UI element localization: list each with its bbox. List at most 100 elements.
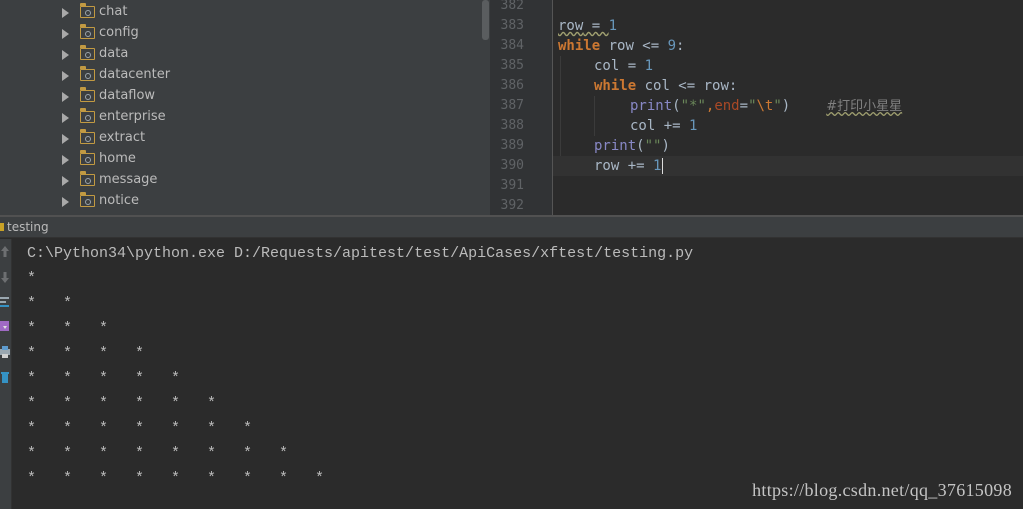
print-icon[interactable] [0,345,10,359]
package-folder-icon [80,150,95,165]
package-folder-icon [80,87,95,102]
code-line-390[interactable]: row += 1 [594,156,664,176]
down-arrow-icon[interactable] [0,270,10,284]
console-output-line: * * * * * * * * [27,445,289,462]
code-string: " [773,98,782,114]
tree-item-label: config [99,25,139,40]
tree-item-datacenter[interactable]: datacenter [0,65,470,86]
package-folder-icon [80,108,95,123]
line-number-gutter: 382 383 384 385 386 387 388 389 390 391 … [490,0,553,215]
code-keyword: while [594,78,637,94]
code-number: 1 [653,158,662,174]
code-text: = [739,98,749,114]
line-number: 392 [500,198,524,213]
tree-item-label: chat [99,4,128,19]
code-text: row <= [600,38,668,54]
line-number: 385 [500,58,524,73]
line-number: 389 [500,138,524,153]
scroll-to-end-icon[interactable] [0,320,10,334]
package-folder-icon [80,45,95,60]
package-folder-icon [80,3,95,18]
soft-wrap-icon[interactable] [0,295,10,309]
tree-item-config[interactable]: config [0,23,470,44]
code-line-383[interactable]: row = 1 [558,16,617,36]
code-var: row [558,18,584,34]
console-output-line: * * * * * * [27,395,217,412]
project-tree-panel: chat config data datacenter dataflow ent… [0,0,490,215]
code-text: col = [594,58,645,74]
tree-item-notice[interactable]: notice [0,191,470,212]
code-number: 1 [608,18,618,34]
tree-item-label: enterprise [99,109,166,124]
tree-item-home[interactable]: home [0,149,470,170]
code-line-384[interactable]: while row <= 9: [558,36,684,56]
expand-arrow-icon[interactable] [62,176,69,186]
expand-arrow-icon[interactable] [62,155,69,165]
tree-item-label: notice [99,193,140,208]
expand-arrow-icon[interactable] [62,50,69,60]
tree-item-enterprise[interactable]: enterprise [0,107,470,128]
console-output-line: * * * * * * * * * [27,470,325,487]
tree-item-dataflow[interactable]: dataflow [0,86,470,107]
tree-item-extract[interactable]: extract [0,128,470,149]
code-editor[interactable]: 382 383 384 385 386 387 388 389 390 391 … [490,0,1023,215]
code-text: ) [781,98,791,114]
tree-scrollbar[interactable] [481,0,490,215]
trash-icon[interactable] [0,370,10,384]
tree-scrollbar-thumb[interactable] [482,0,489,40]
code-string: "*" [680,98,706,114]
package-folder-icon [80,129,95,144]
console-output-line: * * * * [27,345,145,362]
expand-arrow-icon[interactable] [62,197,69,207]
watermark-text: https://blog.csdn.net/qq_37615098 [752,480,1012,500]
package-folder-icon [80,24,95,39]
console-output-line: * * [27,295,73,312]
line-number: 388 [500,118,524,133]
run-console-output[interactable]: C:\Python34\python.exe D:/Requests/apite… [13,239,1023,509]
tree-item-label: extract [99,130,146,145]
code-line-385[interactable]: col = 1 [594,56,653,76]
expand-arrow-icon[interactable] [62,134,69,144]
code-string: "" [644,138,662,154]
code-line-386[interactable]: while col <= row: [594,76,737,96]
code-text: row += [594,158,654,174]
tree-item-data[interactable]: data [0,44,470,65]
code-comment: #打印小星星 [826,99,903,114]
line-number: 391 [500,178,524,193]
run-config-icon [0,223,4,231]
run-panel-header: testing [0,217,1023,238]
expand-arrow-icon[interactable] [62,92,69,102]
indent-guide [560,56,561,156]
line-number: 387 [500,98,524,113]
tree-item-label: data [99,46,129,61]
line-number: 386 [500,78,524,93]
code-line-389[interactable]: print("") [594,136,670,156]
package-folder-icon [80,66,95,81]
tree-item-label: message [99,172,158,187]
run-toolbar [0,239,12,509]
console-output-line: * [27,270,37,287]
code-text: ( [672,98,681,114]
run-tab-label[interactable]: testing [7,220,49,234]
code-line-387[interactable]: print("*",end="\t") #打印小星星 [630,96,902,116]
tree-item-message[interactable]: message [0,170,470,191]
code-number: 9 [667,38,677,54]
indent-guide [594,96,595,136]
expand-arrow-icon[interactable] [62,71,69,81]
expand-arrow-icon[interactable] [62,8,69,18]
code-builtin: print [594,138,637,154]
code-line-388[interactable]: col += 1 [630,116,697,136]
expand-arrow-icon[interactable] [62,29,69,39]
code-text: col += [630,118,690,134]
tree-item-chat[interactable]: chat [0,2,470,23]
code-escape: \t [756,98,774,114]
code-text: col <= row: [636,78,738,94]
code-builtin: print [630,98,673,114]
tree-item-label: datacenter [99,67,171,82]
expand-arrow-icon[interactable] [62,113,69,123]
code-number: 1 [689,118,698,134]
console-output-line: * * * * * * * [27,420,253,437]
up-arrow-icon[interactable] [0,245,10,259]
package-folder-icon [80,192,95,207]
line-number: 384 [500,38,524,53]
